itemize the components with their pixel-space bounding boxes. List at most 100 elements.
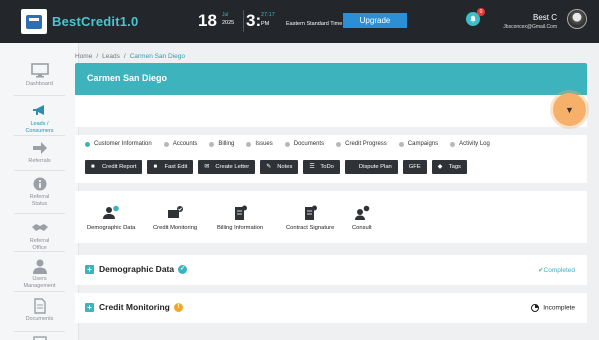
card-consult[interactable]: Consult <box>352 205 372 231</box>
sidebar-item-documents[interactable]: Documents <box>0 298 79 323</box>
breadcrumb-home[interactable]: Home <box>75 53 92 60</box>
date-time-divider <box>243 10 244 32</box>
megaphone-icon <box>32 105 44 115</box>
status-badge: Incomplete <box>531 304 575 312</box>
time-hour: 3: <box>246 11 262 30</box>
calendar-icon <box>32 336 47 340</box>
user-email: Jbsconcex@Gmail.Com <box>503 24 557 30</box>
user-name[interactable]: Best C <box>533 13 557 22</box>
tab-activity-log[interactable]: Activity Log <box>450 141 490 147</box>
check-icon: ✓ <box>178 265 188 275</box>
tag-icon: ◆ <box>437 164 443 170</box>
sidebar-divider <box>14 331 65 332</box>
status-badge: ✔Completed <box>538 267 575 274</box>
time-ampm: PM <box>261 21 270 27</box>
sidebar-item-label: Documents <box>25 316 54 322</box>
sidebar-item-label: Referral Office <box>29 238 50 251</box>
sidebar-divider <box>14 170 65 171</box>
card-billing-information[interactable]: Billing Information <box>217 205 263 231</box>
timezone: Eastern Standard Time <box>286 21 343 27</box>
avatar[interactable] <box>567 9 587 29</box>
monitoring-icon <box>168 206 184 218</box>
tab-label: Credit Progress <box>345 141 387 147</box>
section-title: Demographic Data ✓ <box>99 264 188 275</box>
arrow-right-icon <box>32 142 47 154</box>
notification-count-badge: 0 <box>477 8 485 16</box>
sidebar-item-more[interactable] <box>0 335 79 340</box>
section-title: Credit Monitoring! <box>99 302 183 313</box>
tab-label: Campaigns <box>407 141 439 147</box>
tab-documents[interactable]: Documents <box>284 141 325 147</box>
sidebar-item-leads[interactable]: Leads / Consumers <box>0 103 79 135</box>
create-letter-button[interactable]: ✉ Create Letter <box>198 160 256 174</box>
logo-mark-icon <box>26 14 42 29</box>
expand-plus-icon[interactable]: + <box>85 265 94 274</box>
chevron-down-icon: ▼ <box>565 104 574 115</box>
tab-accounts[interactable]: Accounts <box>163 141 197 147</box>
section-credit-monitoring[interactable]: + Credit Monitoring! Incomplete <box>75 293 587 323</box>
tab-customer-information[interactable]: Customer Information <box>85 141 152 147</box>
tags-button[interactable]: ◆ Tags <box>431 160 467 174</box>
upgrade-button[interactable]: Upgrade <box>343 13 407 28</box>
breadcrumb: Home / Leads / Carmen San Diego <box>75 53 185 60</box>
tabs-panel: Customer Information Accounts Billing Is… <box>75 135 587 183</box>
breadcrumb-leads[interactable]: Leads <box>102 53 120 60</box>
tab-issues[interactable]: Issues <box>246 141 273 147</box>
todo-button[interactable]: ☰ ToDo <box>303 160 340 174</box>
page-title: Carmen San Diego <box>87 73 168 83</box>
card-credit-monitoring[interactable]: Credit Monitoring <box>153 205 197 231</box>
tab-dot-icon <box>85 141 90 147</box>
top-bar: BestCredit1.0 18 Jul 2025 3: 27:17 PM Ea… <box>0 0 599 43</box>
sidebar-item-referral-office[interactable]: Referral Office <box>0 220 79 252</box>
logo[interactable] <box>21 9 47 34</box>
breadcrumb-separator: / <box>123 53 126 60</box>
tab-label: Issues <box>255 141 273 147</box>
progress-pie-icon <box>531 304 540 312</box>
handshake-icon <box>31 224 48 231</box>
sidebar: Dashboard Leads / Consumers Referrals Re… <box>0 43 79 340</box>
tab-list: Customer Information Accounts Billing Is… <box>85 141 502 147</box>
sidebar-item-label: Referrals <box>28 158 51 164</box>
sidebar-item-users-management[interactable]: Users Management <box>0 258 79 290</box>
tab-label: Billing <box>218 141 235 147</box>
card-contract-signature[interactable]: Contract Signature <box>286 205 334 231</box>
sidebar-item-referrals[interactable]: Referrals <box>0 140 79 165</box>
tab-label: Customer Information <box>94 141 152 147</box>
breadcrumb-current: Carmen San Diego <box>129 53 185 60</box>
consult-icon <box>354 205 370 220</box>
envelope-icon: ✉ <box>204 164 210 170</box>
tab-dot-icon <box>398 141 404 147</box>
tab-billing[interactable]: Billing <box>209 141 234 147</box>
fast-edit-button[interactable]: ■ Fast Edit <box>147 160 194 174</box>
expand-toggle-button[interactable]: ▼ <box>553 93 586 126</box>
tab-dot-icon <box>209 141 215 147</box>
tab-campaigns[interactable]: Campaigns <box>398 141 439 147</box>
file-icon: ■ <box>91 164 95 170</box>
expand-plus-icon[interactable]: + <box>85 303 94 312</box>
card-demographic-data[interactable]: Demographic Data <box>87 205 135 231</box>
tab-dot-icon <box>284 141 290 147</box>
profile-header-body <box>75 95 587 127</box>
user-check-icon <box>103 205 119 219</box>
section-demographic-data[interactable]: + Demographic Data ✓ ✔Completed <box>75 255 587 285</box>
date-year: 2025 <box>222 20 235 26</box>
info-cards: Demographic Data Credit Monitoring Billi… <box>75 191 587 243</box>
tab-dot-icon <box>450 141 456 147</box>
user-icon <box>32 259 47 274</box>
sidebar-divider <box>14 213 65 214</box>
dispute-plan-button[interactable]: Dispute Plan <box>344 160 398 174</box>
sidebar-item-referral-status[interactable]: Referral Status <box>0 176 79 208</box>
tab-credit-progress[interactable]: Credit Progress <box>336 141 387 147</box>
tab-label: Documents <box>293 141 325 147</box>
sidebar-item-label: Dashboard <box>26 81 53 87</box>
tab-dot-icon <box>246 141 252 147</box>
sidebar-item-label: Users Management <box>23 276 56 289</box>
info-icon <box>33 177 46 191</box>
sidebar-item-dashboard[interactable]: Dashboard <box>0 63 79 88</box>
tab-label: Activity Log <box>459 141 490 147</box>
notes-button[interactable]: ✎ Notes <box>260 160 299 174</box>
credit-report-button[interactable]: ■ Credit Report <box>85 160 143 174</box>
profile-header: Carmen San Diego <box>75 63 587 95</box>
gfe-button[interactable]: GFE <box>402 160 427 174</box>
contract-icon <box>305 205 318 220</box>
